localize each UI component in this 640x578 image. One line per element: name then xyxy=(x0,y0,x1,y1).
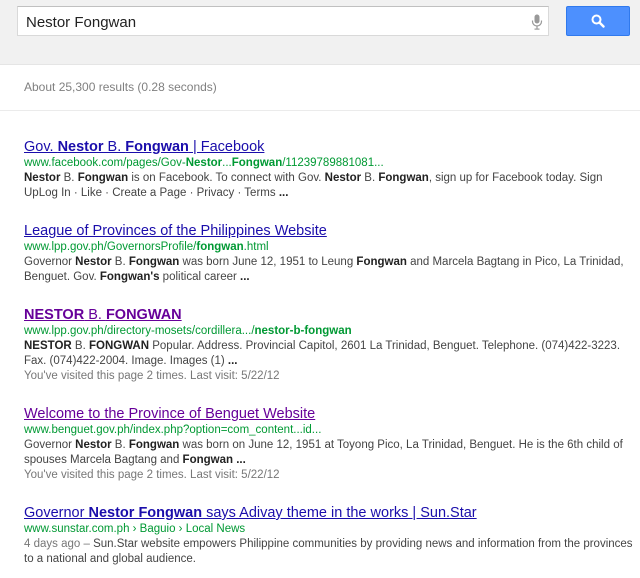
highlighted-term[interactable]: Nestor Fongwan xyxy=(88,505,202,521)
highlighted-term[interactable]: Nestor xyxy=(58,139,104,155)
text-segment[interactable]: Governor xyxy=(24,505,88,521)
highlighted-term: Nestor xyxy=(24,172,61,184)
text-segment: www.lpp.gov.ph/GovernorsProfile/ xyxy=(24,241,197,253)
highlighted-term: Nestor xyxy=(185,157,223,169)
text-segment[interactable]: League of Provinces of the Philippines W… xyxy=(24,223,327,239)
text-segment: 4 days ago – xyxy=(24,538,94,550)
search-result: Governor Nestor Fongwan says Adivay them… xyxy=(24,504,634,567)
result-snippet: Governor Nestor B. Fongwan was born June… xyxy=(24,255,634,285)
text-segment: Governor xyxy=(24,256,76,268)
text-segment: www.lpp.gov.ph/directory-mosets/cordille… xyxy=(24,325,255,337)
result-url: www.benguet.gov.ph/index.php?option=com_… xyxy=(24,423,634,438)
divider xyxy=(0,110,640,111)
highlighted-term: Fongwan xyxy=(128,439,180,451)
text-segment: B. xyxy=(71,340,89,352)
search-button[interactable] xyxy=(566,6,630,36)
highlighted-term: ... xyxy=(240,271,250,283)
highlighted-term: nestor-b-fongwan xyxy=(254,325,352,337)
highlighted-term: Fongwan xyxy=(378,172,429,184)
highlighted-term: Fongwan xyxy=(128,256,180,268)
result-url: www.facebook.com/pages/Gov-Nestor...Fong… xyxy=(24,156,634,171)
visit-history-note: You've visited this page 2 times. Last v… xyxy=(24,370,280,382)
search-result: NESTOR B. FONGWAN www.lpp.gov.ph/directo… xyxy=(24,306,634,384)
result-snippet: Governor Nestor B. Fongwan was born on J… xyxy=(24,438,634,468)
search-result: Gov. Nestor B. Fongwan | Facebook www.fa… xyxy=(24,138,634,201)
result-title-link[interactable]: Gov. Nestor B. Fongwan | Facebook xyxy=(24,138,634,156)
search-icon xyxy=(591,14,605,28)
text-segment: www.sunstar.com.ph › Baguio › Local News xyxy=(24,523,246,535)
highlighted-term[interactable]: NESTOR xyxy=(24,307,84,323)
result-title-link[interactable]: Welcome to the Province of Benguet Websi… xyxy=(24,405,634,423)
result-snippet: Nestor B. Fongwan is on Facebook. To con… xyxy=(24,171,634,201)
highlighted-term: fongwan xyxy=(196,241,244,253)
highlighted-term: Fongwan xyxy=(231,157,283,169)
highlighted-term: Nestor xyxy=(75,439,112,451)
highlighted-term: Nestor xyxy=(75,256,112,268)
search-input[interactable] xyxy=(26,12,506,32)
text-segment: B. xyxy=(111,256,129,268)
result-title-link[interactable]: Governor Nestor Fongwan says Adivay them… xyxy=(24,504,634,522)
highlighted-term[interactable]: FONGWAN xyxy=(106,307,182,323)
text-segment: was born June 12, 1951 to Leung xyxy=(179,256,357,268)
text-segment: www.facebook.com/pages/Gov- xyxy=(24,157,186,169)
result-url: www.lpp.gov.ph/GovernorsProfile/fongwan.… xyxy=(24,240,634,255)
text-segment: /11239789881081... xyxy=(282,157,384,169)
text-segment: www.benguet.gov.ph/index.php?option=com_… xyxy=(24,424,322,436)
highlighted-term: Nestor xyxy=(324,172,362,184)
text-segment[interactable]: Gov. xyxy=(24,139,58,155)
highlighted-term: NESTOR xyxy=(24,340,72,352)
highlighted-term: Fongwan xyxy=(356,256,407,268)
text-segment[interactable]: Welcome to the Province of Benguet Websi… xyxy=(24,406,315,422)
highlighted-term[interactable]: Fongwan xyxy=(125,139,189,155)
result-snippet: NESTOR B. FONGWAN Popular. Address. Prov… xyxy=(24,339,634,369)
visit-history-note: You've visited this page 2 times. Last v… xyxy=(24,469,280,481)
text-segment: B. xyxy=(111,439,129,451)
text-segment[interactable]: B. xyxy=(104,139,126,155)
text-segment: B. xyxy=(361,172,379,184)
text-segment: Sun.Star website empowers Philippine com… xyxy=(24,538,633,565)
search-result: Welcome to the Province of Benguet Websi… xyxy=(24,405,634,483)
result-url: www.sunstar.com.ph › Baguio › Local News xyxy=(24,522,634,537)
highlighted-term: Fongwan xyxy=(182,454,234,466)
result-title-link[interactable]: League of Provinces of the Philippines W… xyxy=(24,222,634,240)
highlighted-term: FONGWAN xyxy=(88,340,150,352)
text-segment: Governor xyxy=(24,439,76,451)
highlighted-term: ... xyxy=(278,187,289,199)
microphone-icon[interactable] xyxy=(531,14,543,30)
highlighted-term: ... xyxy=(236,454,246,466)
search-result: League of Provinces of the Philippines W… xyxy=(24,222,634,285)
result-title-link[interactable]: NESTOR B. FONGWAN xyxy=(24,306,634,324)
text-segment: .html xyxy=(243,241,269,253)
text-segment: B. xyxy=(60,172,78,184)
text-segment[interactable]: B. xyxy=(84,307,106,323)
text-segment[interactable]: | Facebook xyxy=(189,139,265,155)
text-segment: is on Facebook. To connect with Gov. xyxy=(128,172,325,184)
highlighted-term: Fongwan xyxy=(77,172,129,184)
search-header xyxy=(0,0,640,65)
search-box[interactable] xyxy=(17,6,549,36)
text-segment: political career xyxy=(159,271,241,283)
highlighted-term: ... xyxy=(227,355,238,367)
highlighted-term: Fongwan's xyxy=(99,271,160,283)
text-segment[interactable]: says Adivay theme in the works | Sun.Sta… xyxy=(202,505,477,521)
text-segment: ... xyxy=(222,157,232,169)
result-url: www.lpp.gov.ph/directory-mosets/cordille… xyxy=(24,324,634,339)
result-snippet: 4 days ago – Sun.Star website empowers P… xyxy=(24,537,634,567)
result-stats: About 25,300 results (0.28 seconds) xyxy=(24,80,217,94)
